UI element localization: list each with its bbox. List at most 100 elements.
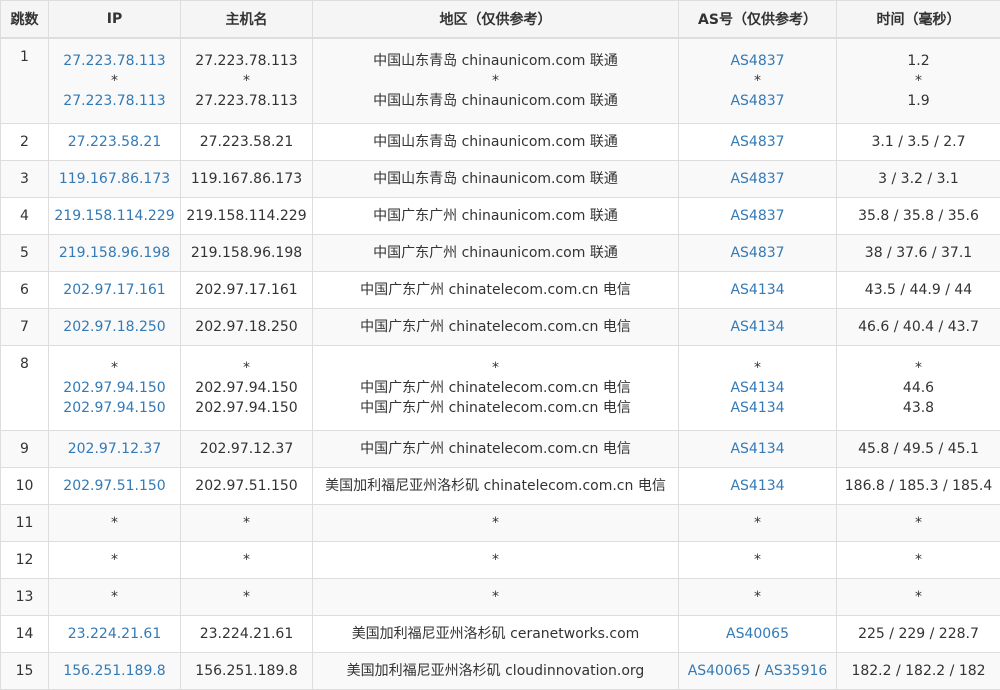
as-line: AS4837 (681, 169, 834, 189)
ip-link[interactable]: 202.97.94.150 (63, 400, 165, 416)
host-line: 27.223.58.21 (183, 132, 310, 152)
host-line: * (183, 550, 310, 570)
as-cell: * (679, 505, 837, 542)
region-cell: * (313, 505, 679, 542)
ip-link[interactable]: 156.251.189.8 (63, 663, 165, 679)
as-cell: *AS4134AS4134 (679, 346, 837, 431)
as-line: AS4837 (681, 243, 834, 263)
as-line: AS4134 (681, 317, 834, 337)
ip-line: * (51, 71, 178, 91)
as-link[interactable]: AS4134 (730, 400, 784, 416)
no-reply: * (754, 552, 761, 568)
as-link[interactable]: AS4837 (730, 171, 784, 187)
ip-link[interactable]: 219.158.114.229 (54, 208, 174, 224)
ip-link[interactable]: 202.97.18.250 (63, 319, 165, 335)
region-cell: 中国广东广州 chinatelecom.com.cn 电信 (313, 309, 679, 346)
table-row: 9202.97.12.37202.97.12.37中国广东广州 chinatel… (1, 431, 1000, 468)
table-row: 227.223.58.2127.223.58.21中国山东青岛 chinauni… (1, 124, 1000, 161)
as-link[interactable]: AS4134 (730, 441, 784, 457)
ip-line: 202.97.18.250 (51, 317, 178, 337)
region-cell: * (313, 542, 679, 579)
no-reply: * (754, 589, 761, 605)
time-cell: *44.643.8 (837, 346, 1000, 431)
region-cell: * (313, 579, 679, 616)
table-row: 1423.224.21.6123.224.21.61美国加利福尼亚州洛杉矶 ce… (1, 616, 1000, 653)
host-line: 156.251.189.8 (183, 661, 310, 681)
time-cell: * (837, 505, 1000, 542)
ip-link[interactable]: 202.97.51.150 (63, 478, 165, 494)
header-as: AS号（仅供参考） (679, 1, 837, 39)
host-line: 202.97.94.150 (183, 378, 310, 398)
host-cell: *202.97.94.150202.97.94.150 (181, 346, 313, 431)
as-link[interactable]: AS4134 (730, 319, 784, 335)
as-link[interactable]: AS4134 (730, 282, 784, 298)
ip-line: 27.223.78.113 (51, 91, 178, 111)
as-line: AS4837 (681, 51, 834, 71)
as-link[interactable]: AS4837 (730, 208, 784, 224)
region-cell: 中国广东广州 chinaunicom.com 联通 (313, 235, 679, 272)
host-line: 219.158.114.229 (183, 206, 310, 226)
table-row: 8*202.97.94.150202.97.94.150*202.97.94.1… (1, 346, 1000, 431)
ip-line: 202.97.51.150 (51, 476, 178, 496)
region-line: 美国加利福尼亚州洛杉矶 cloudinnovation.org (315, 661, 676, 681)
as-link[interactable]: AS35916 (764, 663, 827, 679)
no-reply: * (754, 73, 761, 89)
ip-cell: * (49, 505, 181, 542)
as-link[interactable]: AS40065 (688, 663, 751, 679)
time-line: 1.9 (839, 91, 998, 111)
ip-line: 202.97.94.150 (51, 378, 178, 398)
as-cell: AS4837 (679, 235, 837, 272)
host-cell: 202.97.17.161 (181, 272, 313, 309)
as-link[interactable]: AS4134 (730, 380, 784, 396)
ip-link[interactable]: 202.97.17.161 (63, 282, 165, 298)
as-link[interactable]: AS4837 (730, 93, 784, 109)
ip-link[interactable]: 27.223.78.113 (63, 93, 165, 109)
host-cell: 202.97.18.250 (181, 309, 313, 346)
ip-link[interactable]: 219.158.96.198 (59, 245, 170, 261)
as-link[interactable]: AS4837 (730, 53, 784, 69)
as-link[interactable]: AS4134 (730, 478, 784, 494)
host-cell: 202.97.51.150 (181, 468, 313, 505)
table-row: 15156.251.189.8156.251.189.8美国加利福尼亚州洛杉矶 … (1, 653, 1000, 690)
host-cell: 202.97.12.37 (181, 431, 313, 468)
ip-link[interactable]: 202.97.12.37 (68, 441, 162, 457)
region-cell: 美国加利福尼亚州洛杉矶 chinatelecom.com.cn 电信 (313, 468, 679, 505)
host-line: 202.97.94.150 (183, 398, 310, 418)
table-row: 3119.167.86.173119.167.86.173中国山东青岛 chin… (1, 161, 1000, 198)
host-cell: 23.224.21.61 (181, 616, 313, 653)
table-header: 跳数 IP 主机名 地区（仅供参考） AS号（仅供参考） 时间（毫秒） (1, 1, 1000, 39)
time-line: 45.8 / 49.5 / 45.1 (839, 439, 998, 459)
region-cell: 中国山东青岛 chinaunicom.com 联通 (313, 161, 679, 198)
time-line: * (839, 358, 998, 378)
time-line: * (839, 587, 998, 607)
host-cell: 156.251.189.8 (181, 653, 313, 690)
hop-number: 11 (1, 505, 49, 542)
ip-cell: * (49, 542, 181, 579)
hop-number: 14 (1, 616, 49, 653)
host-cell: 27.223.78.113*27.223.78.113 (181, 38, 313, 124)
ip-line: 202.97.94.150 (51, 398, 178, 418)
ip-line: 119.167.86.173 (51, 169, 178, 189)
time-cell: 45.8 / 49.5 / 45.1 (837, 431, 1000, 468)
ip-link[interactable]: 119.167.86.173 (59, 171, 170, 187)
as-link[interactable]: AS4837 (730, 134, 784, 150)
ip-line: * (51, 587, 178, 607)
region-line: 中国山东青岛 chinaunicom.com 联通 (315, 51, 676, 71)
host-line: 202.97.18.250 (183, 317, 310, 337)
header-ip: IP (49, 1, 181, 39)
hop-number: 10 (1, 468, 49, 505)
time-line: 35.8 / 35.8 / 35.6 (839, 206, 998, 226)
hop-number: 4 (1, 198, 49, 235)
ip-link[interactable]: 202.97.94.150 (63, 380, 165, 396)
ip-link[interactable]: 23.224.21.61 (68, 626, 162, 642)
ip-link[interactable]: 27.223.78.113 (63, 53, 165, 69)
region-line: * (315, 513, 676, 533)
ip-link[interactable]: 27.223.58.21 (68, 134, 162, 150)
as-link[interactable]: AS40065 (726, 626, 789, 642)
time-line: * (839, 513, 998, 533)
host-line: 27.223.78.113 (183, 91, 310, 111)
as-link[interactable]: AS4837 (730, 245, 784, 261)
time-cell: 1.2*1.9 (837, 38, 1000, 124)
hop-number: 12 (1, 542, 49, 579)
time-line: * (839, 71, 998, 91)
